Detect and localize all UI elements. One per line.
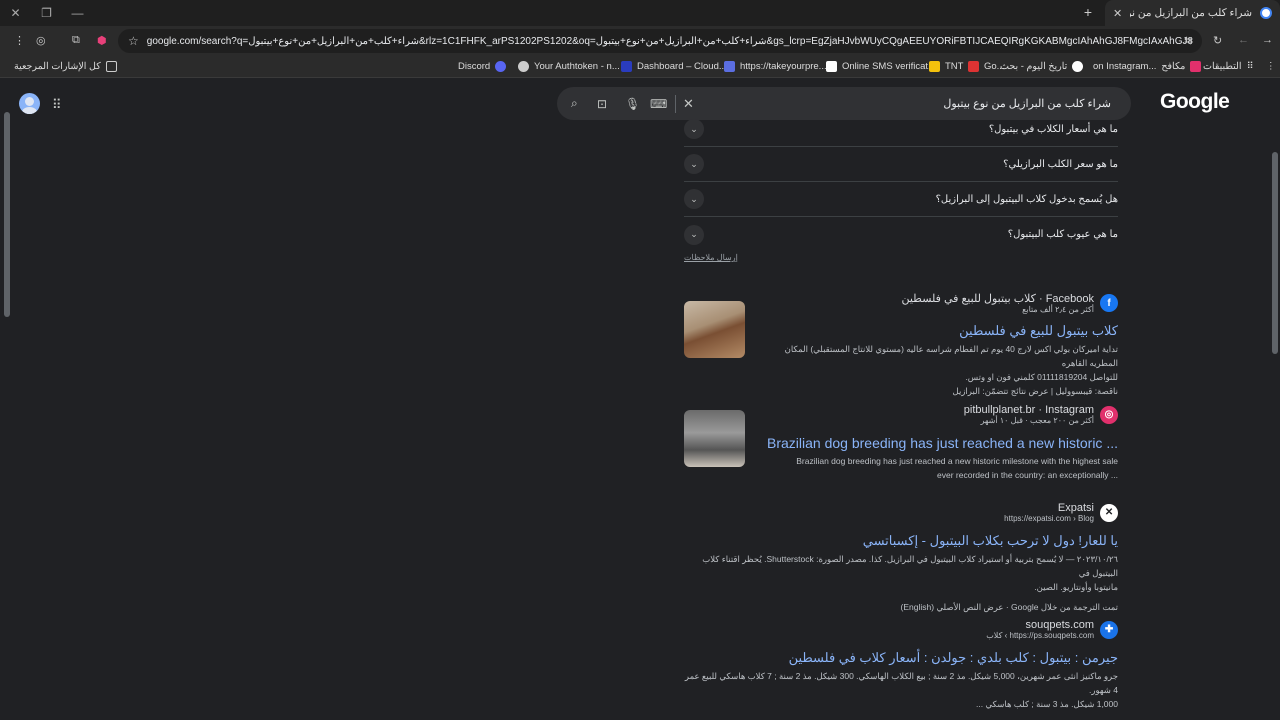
google-logo[interactable]: Google: [1160, 90, 1230, 114]
close-window-icon[interactable]: ✕: [0, 6, 31, 20]
restore-window-icon[interactable]: ❐: [31, 6, 62, 20]
left-scrollbar[interactable]: [4, 112, 10, 317]
result-source[interactable]: ◎ pitbullplanet.br · Instagram أكثر من ٢…: [964, 404, 1118, 425]
bookmark-instagram[interactable]: on Instagram... مكافح: [1093, 61, 1202, 72]
google-favicon-icon: [1260, 7, 1272, 19]
back-icon[interactable]: →: [1262, 34, 1273, 46]
result-title-link[interactable]: يا للعار! دول لا ترحب بكلاب البيتبول - إ…: [863, 533, 1118, 549]
result-snippet: جرو ماكنيز انثى عمر شهرين، 5,000 شيكل. م…: [684, 671, 1118, 709]
bookmarks-bar: كل الإشارات المرجعية Discord Your Authto…: [0, 56, 1280, 78]
bookmark-cloud-dashboard[interactable]: Dashboard – Cloud...: [621, 61, 727, 72]
new-tab-button[interactable]: +: [1084, 4, 1092, 20]
google-g-icon: [1072, 61, 1084, 72]
search-result: ✚ souqpets.com https://ps.souqpets.com ›…: [684, 619, 1118, 709]
result-source[interactable]: ✚ souqpets.com https://ps.souqpets.com ›…: [986, 619, 1118, 640]
globe-icon: [518, 61, 529, 72]
bookmark-sms[interactable]: Online SMS verificat...: [826, 61, 936, 72]
bookmark-today-date[interactable]: تاريخ اليوم - بحث: [1000, 61, 1084, 72]
address-bar[interactable]: ☆ google.com/search?q=شراء+كلب+من+البراز…: [118, 29, 1202, 53]
result-source[interactable]: ✕ Expatsi https://expatsi.com › Blog: [1004, 502, 1118, 523]
paa-item[interactable]: ⌄ ما هي أسعار الكلاب في بيتبول؟: [684, 112, 1118, 147]
discord-icon: [495, 61, 507, 72]
search-divider: [675, 95, 676, 113]
google-apps-icon[interactable]: ⠿: [52, 97, 61, 113]
mic-icon[interactable]: 🎙: [625, 97, 640, 111]
browser-toolbar: ⋮ ◎ ⧉ ⬢ ☆ google.com/search?q=شراء+كلب+م…: [0, 26, 1280, 56]
translate-icon[interactable]: ⇆: [1184, 34, 1193, 47]
profile-icon[interactable]: ◎: [36, 34, 46, 47]
tnt-icon: [929, 61, 940, 72]
lens-icon[interactable]: ⊡: [597, 97, 607, 111]
result-title-link[interactable]: جيرمن : بيتبول : كلب بلدي : جولدن : أسعا…: [789, 650, 1118, 666]
apps-grid-icon: ⠿: [1246, 61, 1254, 72]
chevron-down-icon: ⌄: [684, 119, 704, 139]
right-scrollbar[interactable]: [1272, 152, 1278, 354]
paa-item[interactable]: ⌄ هل يُسمح بدخول كلاب البيتبول إلى البرا…: [684, 182, 1118, 217]
chevron-down-icon: ⌄: [684, 154, 704, 174]
url-text: google.com/search?q=شراء+كلب+من+البرازيل…: [146, 35, 1192, 47]
bookmark-takeyourpre[interactable]: https://takeyourpre...: [724, 61, 827, 72]
result-snippet: تداية اميركان بولي اكس لارج 40 يوم تم ال…: [784, 344, 1118, 396]
result-title-link[interactable]: Brazilian dog breeding has just reached …: [767, 435, 1118, 451]
chevron-down-icon: ⌄: [684, 189, 704, 209]
search-input[interactable]: شراء كلب من البرازيل من نوع بيتبول: [943, 97, 1111, 110]
tab-close-icon[interactable]: ✕: [1113, 7, 1122, 20]
result-snippet: ٢٠٢٣/١٠/٢٦ — لا يُسمح بتربية أو استيراد …: [684, 552, 1118, 614]
paa-item[interactable]: ⌄ ما هو سعر الكلب البرازيلي؟: [684, 147, 1118, 182]
keyboard-icon[interactable]: ⌨: [650, 97, 667, 111]
bookmark-discord[interactable]: Discord: [458, 61, 507, 72]
bookmark-authtoken[interactable]: Your Authtoken - n...: [518, 61, 620, 72]
clear-search-icon[interactable]: ✕: [683, 96, 694, 112]
dogs-thumbnail[interactable]: [684, 410, 745, 467]
n-logo-icon: [621, 61, 632, 72]
feedback-link[interactable]: إرسال ملاحظات: [684, 253, 738, 262]
result-title-link[interactable]: كلاب بيتبول للبيع في فلسطين: [959, 323, 1118, 339]
bookmark-star-icon[interactable]: ☆: [128, 34, 139, 48]
browser-tab[interactable]: شراء كلب من البرازيل من نوع بيت... ✕: [1105, 0, 1280, 26]
chevron-down-icon: ⌄: [684, 224, 704, 245]
paa-item[interactable]: ⌄ ما هي عيوب كلب البيتبول؟: [684, 217, 1118, 252]
tab-title: شراء كلب من البرازيل من نوع بيت...: [1130, 7, 1252, 19]
translation-note[interactable]: تمت الترجمة من خلال Google · عرض النص ال…: [684, 600, 1118, 614]
reload-icon[interactable]: ↻: [1213, 34, 1222, 47]
shield-extension-icon[interactable]: ⬢: [97, 34, 107, 47]
title-bar: ✕ ❐ — + شراء كلب من البرازيل من نوع بيت.…: [0, 0, 1280, 26]
result-source[interactable]: f Facebook · كلاب بيتبول للبيع في فلسطين…: [901, 292, 1118, 314]
window-controls: ✕ ❐ —: [0, 6, 93, 20]
souqpets-icon: ✚: [1100, 620, 1118, 639]
forward-icon[interactable]: ←: [1238, 34, 1249, 46]
menu-dots-icon[interactable]: ⋮: [14, 34, 25, 47]
apps-bookmark[interactable]: التطبيقات ⠿: [1203, 61, 1254, 72]
grid-app-icon: [724, 61, 735, 72]
bookmarks-more-icon[interactable]: ⋮: [1266, 61, 1276, 72]
instagram-icon: [1190, 61, 1202, 72]
instagram-icon: ◎: [1100, 405, 1118, 424]
folder-icon: [105, 61, 117, 72]
search-icon[interactable]: ⌕: [571, 96, 578, 111]
account-avatar[interactable]: [19, 93, 40, 114]
minimize-window-icon[interactable]: —: [62, 6, 93, 20]
sms-site-icon: [826, 61, 837, 72]
search-result: ◎ pitbullplanet.br · Instagram أكثر من ٢…: [684, 404, 1118, 484]
all-bookmarks-folder[interactable]: كل الإشارات المرجعية: [14, 61, 117, 72]
bookmark-tnt[interactable]: TNT: [929, 61, 963, 72]
puppy-thumbnail[interactable]: [684, 301, 745, 358]
search-result: f Facebook · كلاب بيتبول للبيع في فلسطين…: [684, 292, 1118, 396]
facebook-icon: f: [1100, 294, 1118, 312]
search-result: ✕ Expatsi https://expatsi.com › Blog يا …: [684, 502, 1118, 612]
expatsi-icon: ✕: [1100, 503, 1118, 522]
go-site-icon: [968, 61, 979, 72]
result-snippet: Brazilian dog breeding has just reached …: [796, 456, 1118, 480]
extensions-icon[interactable]: ⧉: [72, 34, 80, 47]
